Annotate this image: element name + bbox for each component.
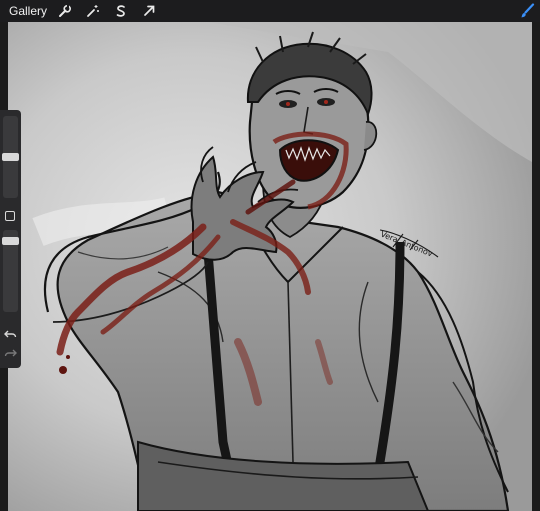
opacity-handle[interactable] <box>2 237 19 245</box>
square-icon[interactable] <box>5 211 15 221</box>
left-sidebar <box>0 110 21 368</box>
wrench-icon[interactable] <box>55 2 75 20</box>
gallery-button[interactable]: Gallery <box>9 4 47 18</box>
brush-size-handle[interactable] <box>2 153 19 161</box>
selection-s-icon[interactable] <box>111 2 131 20</box>
redo-arrow-icon[interactable] <box>4 346 17 358</box>
brush-icon[interactable] <box>518 2 536 20</box>
undo-arrow-icon[interactable] <box>4 327 17 339</box>
top-toolbar: Gallery <box>0 0 540 22</box>
artwork-illustration: Vera_Antonov <box>8 22 532 511</box>
magic-wand-icon[interactable] <box>83 2 103 20</box>
drawing-canvas[interactable]: Vera_Antonov <box>8 22 532 511</box>
arrow-cursor-icon[interactable] <box>139 2 159 20</box>
